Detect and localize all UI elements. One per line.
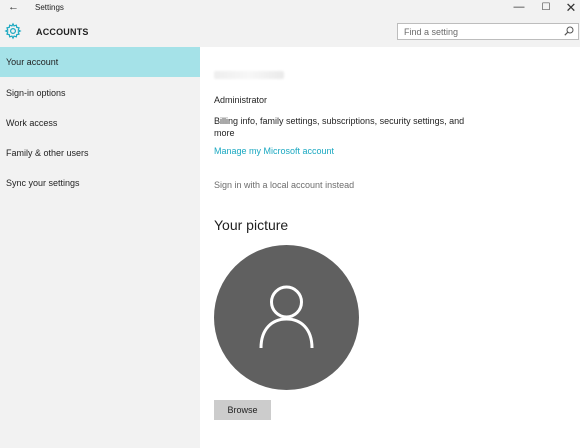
sidebar: Your account Sign-in options Work access… <box>0 47 200 448</box>
search-input[interactable] <box>404 25 554 38</box>
gear-icon <box>4 22 22 40</box>
close-button[interactable]: ✕ <box>561 0 580 16</box>
search-icon[interactable] <box>563 25 575 37</box>
person-icon <box>259 285 314 349</box>
manage-microsoft-account-link[interactable]: Manage my Microsoft account <box>214 146 334 156</box>
sidebar-item-sign-in-options[interactable]: Sign-in options <box>0 78 200 108</box>
window-title: Settings <box>35 3 64 12</box>
search-box[interactable] <box>397 23 579 40</box>
account-description: Billing info, family settings, subscript… <box>214 116 465 138</box>
back-arrow-icon[interactable]: ← <box>8 1 19 13</box>
sidebar-item-work-access[interactable]: Work access <box>0 108 200 138</box>
local-account-link[interactable]: Sign in with a local account instead <box>214 180 354 190</box>
avatar <box>214 245 359 390</box>
sidebar-item-sync-settings[interactable]: Sync your settings <box>0 168 200 198</box>
minimize-button[interactable]: — <box>509 0 529 16</box>
picture-heading: Your picture <box>214 217 289 233</box>
main-content: Administrator Billing info, family setti… <box>200 47 580 448</box>
section-title: ACCOUNTS <box>36 27 89 37</box>
account-name-redacted <box>214 71 284 79</box>
sidebar-item-family-other-users[interactable]: Family & other users <box>0 138 200 168</box>
browse-button[interactable]: Browse <box>214 400 271 420</box>
title-bar: ← Settings — ☐ ✕ <box>0 0 580 16</box>
account-role: Administrator <box>214 95 268 105</box>
sidebar-item-your-account[interactable]: Your account <box>0 47 200 77</box>
maximize-button[interactable]: ☐ <box>536 0 556 16</box>
